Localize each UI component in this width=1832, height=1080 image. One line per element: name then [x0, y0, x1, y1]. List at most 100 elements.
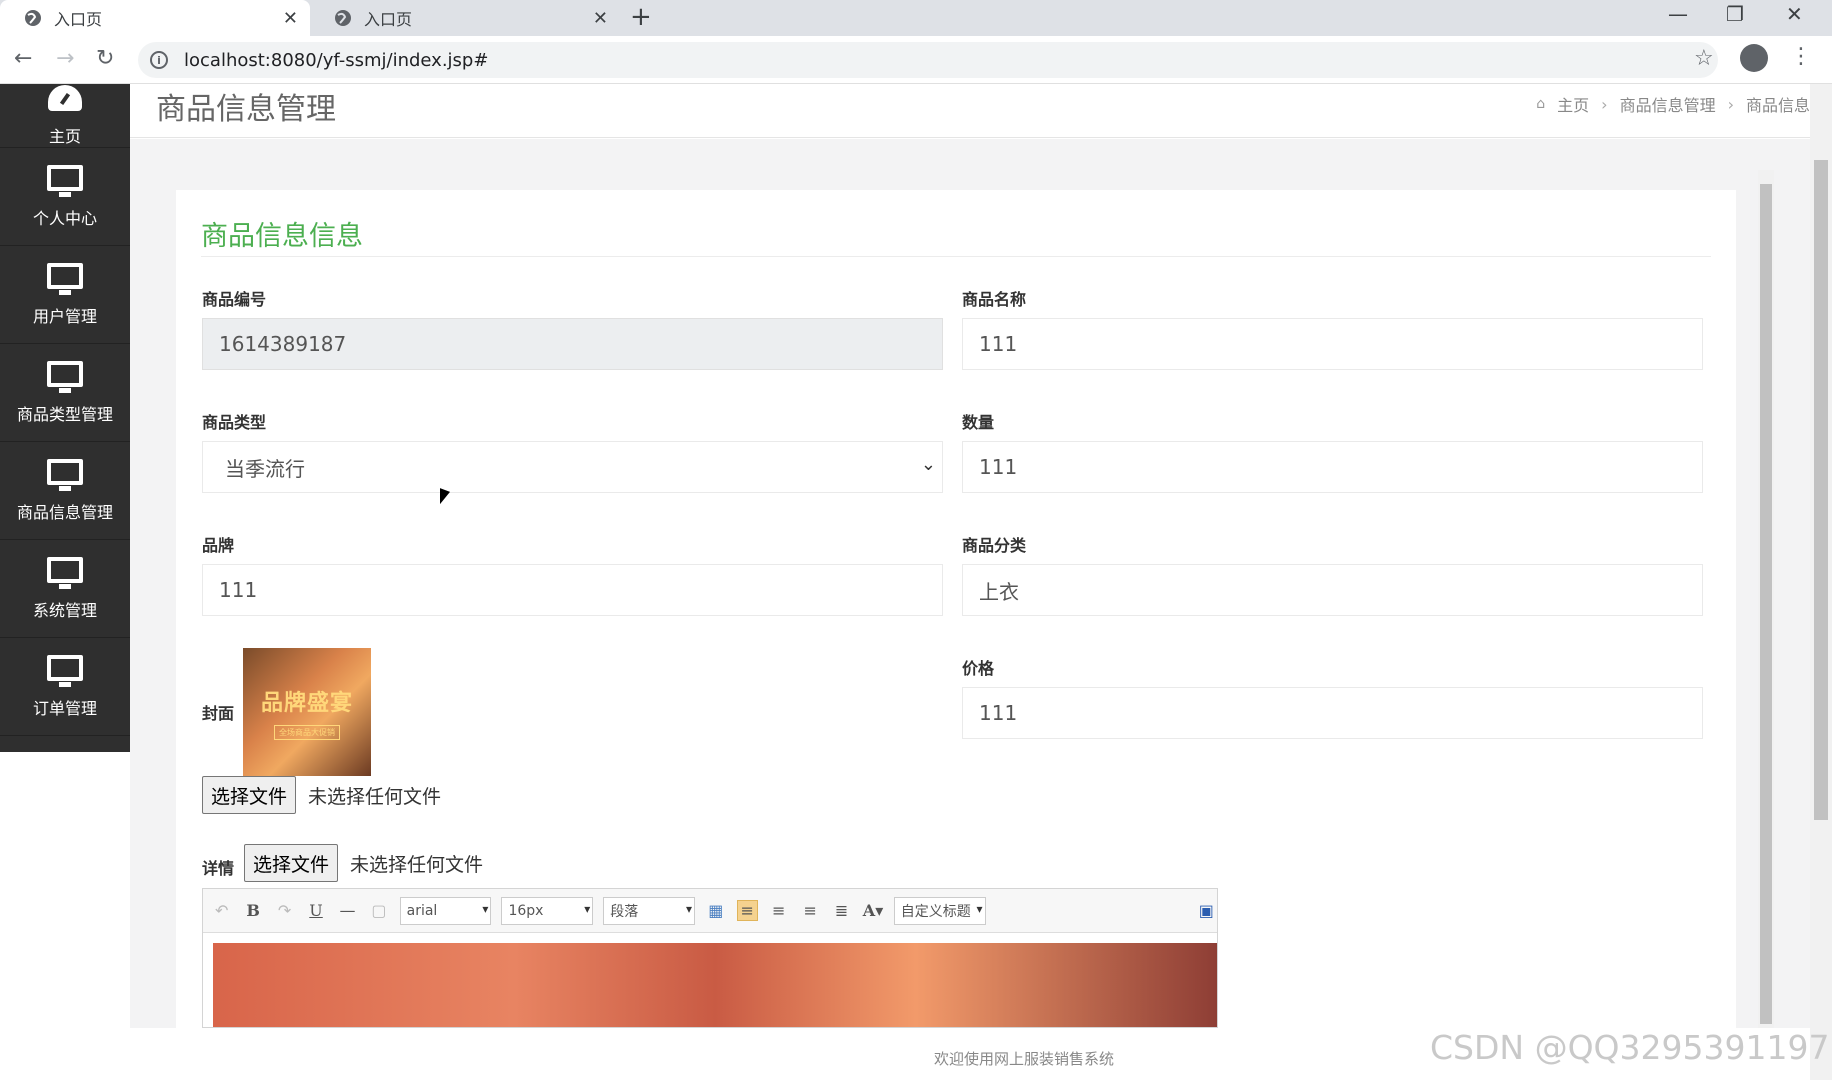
profile-avatar-icon[interactable] — [1740, 44, 1768, 72]
browser-tab-1[interactable]: 入口页 ✕ — [0, 0, 310, 36]
footer-text: 欢迎使用网上服装销售系统 — [934, 1050, 1115, 1068]
divider — [201, 256, 1711, 257]
code-field: 1614389187 — [202, 318, 943, 370]
mouse-cursor-icon — [440, 488, 450, 508]
monitor-icon — [47, 360, 83, 393]
rich-text-editor[interactable]: ↶ B ↷ U — ▢ arial 16px 段落 ▦ ≡ ≡ ≡ ≣ A▾ 自… — [202, 888, 1218, 1028]
sidebar-item-label: 系统管理 — [32, 600, 97, 620]
breadcrumb: ⌂ 主页 › 商品信息管理 › 商品信息 — [1536, 92, 1810, 116]
restore-icon[interactable]: ❐ — [1726, 2, 1744, 26]
breadcrumb-section[interactable]: 商品信息管理 — [1620, 92, 1716, 116]
cover-file-status: 未选择任何文件 — [308, 786, 442, 808]
horizontal-rule-icon[interactable]: — — [337, 901, 358, 920]
quantity-field[interactable]: 111 — [962, 441, 1703, 493]
new-tab-button[interactable]: + — [630, 4, 652, 30]
brand-label: 品牌 — [202, 536, 235, 555]
monitor-icon — [47, 164, 83, 197]
sidebar-item-label: 商品信息管理 — [16, 502, 113, 522]
chevron-down-icon: ⌄ — [920, 454, 936, 475]
monitor-icon — [47, 654, 83, 687]
sidebar-item-home[interactable]: 主页 — [0, 84, 130, 148]
sidebar-item-products[interactable]: 商品信息管理 — [0, 442, 130, 540]
align-center-icon[interactable]: ≡ — [799, 901, 820, 920]
brand-field[interactable]: 111 — [202, 564, 943, 616]
browser-tab-bar: 入口页 ✕ 入口页 ✕ + — ❐ ✕ — [0, 0, 1832, 36]
category-field[interactable]: 上衣 — [962, 564, 1703, 616]
align-justify-icon[interactable]: ≣ — [831, 901, 852, 920]
browser-tab-2[interactable]: 入口页 ✕ — [310, 0, 620, 36]
address-bar: ← → ↻ i localhost:8080/yf-ssmj/index.jsp… — [0, 36, 1832, 84]
type-select[interactable]: 当季流行 ⌄ — [202, 441, 943, 493]
chevron-right-icon: › — [1601, 94, 1608, 114]
page-title: 商品信息管理 — [156, 92, 336, 127]
font-family-select[interactable]: arial — [399, 896, 492, 925]
minimize-icon[interactable]: — — [1668, 2, 1688, 26]
cover-file-button[interactable]: 选择文件 — [202, 776, 297, 814]
back-icon[interactable]: ← — [14, 48, 32, 70]
editor-content-image — [213, 943, 1217, 1027]
font-color-icon[interactable]: A▾ — [862, 901, 883, 920]
browser-menu-icon[interactable]: ⋮ — [1790, 44, 1812, 69]
editor-toolbar: ↶ B ↷ U — ▢ arial 16px 段落 ▦ ≡ ≡ ≡ ≣ A▾ 自… — [203, 889, 1217, 933]
underline-icon[interactable]: U — [305, 901, 326, 920]
redo-icon[interactable]: ↷ — [274, 901, 295, 920]
table-icon[interactable]: ▦ — [705, 901, 726, 920]
sidebar-item-label: 主页 — [48, 126, 81, 146]
page-scrollbar[interactable] — [1810, 84, 1832, 1080]
sidebar-item-system[interactable]: 系统管理 — [0, 540, 130, 638]
bookmark-star-icon[interactable]: ☆ — [1694, 46, 1714, 71]
paragraph-select[interactable]: 段落 — [603, 896, 696, 925]
watermark: CSDN @QQ3295391197 — [1430, 1028, 1830, 1067]
close-tab-icon[interactable]: ✕ — [593, 8, 608, 29]
price-field[interactable]: 111 — [962, 687, 1703, 739]
code-label: 商品编号 — [202, 290, 267, 309]
home-icon: ⌂ — [1536, 96, 1546, 112]
tab-title: 入口页 — [364, 10, 413, 29]
monitor-icon — [47, 262, 83, 295]
details-file-button[interactable]: 选择文件 — [244, 844, 339, 882]
sidebar-item-orders[interactable]: 订单管理 — [0, 638, 130, 736]
close-tab-icon[interactable]: ✕ — [283, 8, 298, 29]
inner-scrollbar[interactable] — [1758, 170, 1774, 1030]
type-select-value: 当季流行 — [225, 456, 305, 481]
paste-icon[interactable]: ▢ — [368, 901, 389, 920]
url-text: localhost:8080/yf-ssmj/index.jsp# — [184, 49, 489, 71]
name-field[interactable]: 111 — [962, 318, 1703, 370]
sidebar-item-product-types[interactable]: 商品类型管理 — [0, 344, 130, 442]
bold-icon[interactable]: B — [242, 901, 263, 920]
breadcrumb-home[interactable]: 主页 — [1557, 92, 1589, 116]
cover-image-title: 品牌盛宴 — [260, 689, 353, 716]
inner-scrollbar-thumb[interactable] — [1760, 184, 1772, 1024]
form-title: 商品信息信息 — [201, 221, 363, 252]
dashboard-icon — [48, 84, 82, 111]
sidebar-item-label: 个人中心 — [32, 208, 97, 228]
globe-icon — [25, 10, 41, 26]
name-label: 商品名称 — [962, 290, 1027, 309]
sidebar-item-users[interactable]: 用户管理 — [0, 246, 130, 344]
sidebar: 主页 个人中心 用户管理 商品类型管理 商品信息管理 系统管理 订单管理 — [0, 84, 130, 752]
breadcrumb-current: 商品信息 — [1745, 96, 1810, 115]
globe-icon — [335, 10, 351, 26]
fullscreen-icon[interactable]: ▣ — [1196, 901, 1217, 920]
custom-title-select[interactable]: 自定义标题 — [893, 896, 986, 925]
window-close-icon[interactable]: ✕ — [1786, 2, 1803, 26]
url-input[interactable]: i localhost:8080/yf-ssmj/index.jsp# — [138, 42, 1718, 78]
details-label: 详情 — [202, 859, 235, 878]
sidebar-item-profile[interactable]: 个人中心 — [0, 148, 130, 246]
chevron-right-icon: › — [1727, 94, 1734, 114]
font-size-select[interactable]: 16px — [501, 896, 594, 925]
price-label: 价格 — [962, 659, 995, 678]
details-file-status: 未选择任何文件 — [350, 854, 484, 876]
undo-icon[interactable]: ↶ — [211, 901, 232, 920]
page-scrollbar-thumb[interactable] — [1814, 160, 1828, 820]
forward-icon[interactable]: → — [56, 48, 74, 70]
reload-icon[interactable]: ↻ — [96, 48, 114, 70]
cover-image-subtitle: 全场商品大促销 — [274, 724, 340, 740]
cover-image: 品牌盛宴 全场商品大促销 — [243, 648, 371, 776]
monitor-icon — [47, 458, 83, 491]
type-label: 商品类型 — [202, 413, 267, 432]
sidebar-item-label: 订单管理 — [32, 698, 97, 718]
site-info-icon[interactable]: i — [150, 51, 168, 69]
align-left-icon[interactable]: ≡ — [736, 900, 758, 921]
align-right-icon[interactable]: ≡ — [768, 901, 789, 920]
